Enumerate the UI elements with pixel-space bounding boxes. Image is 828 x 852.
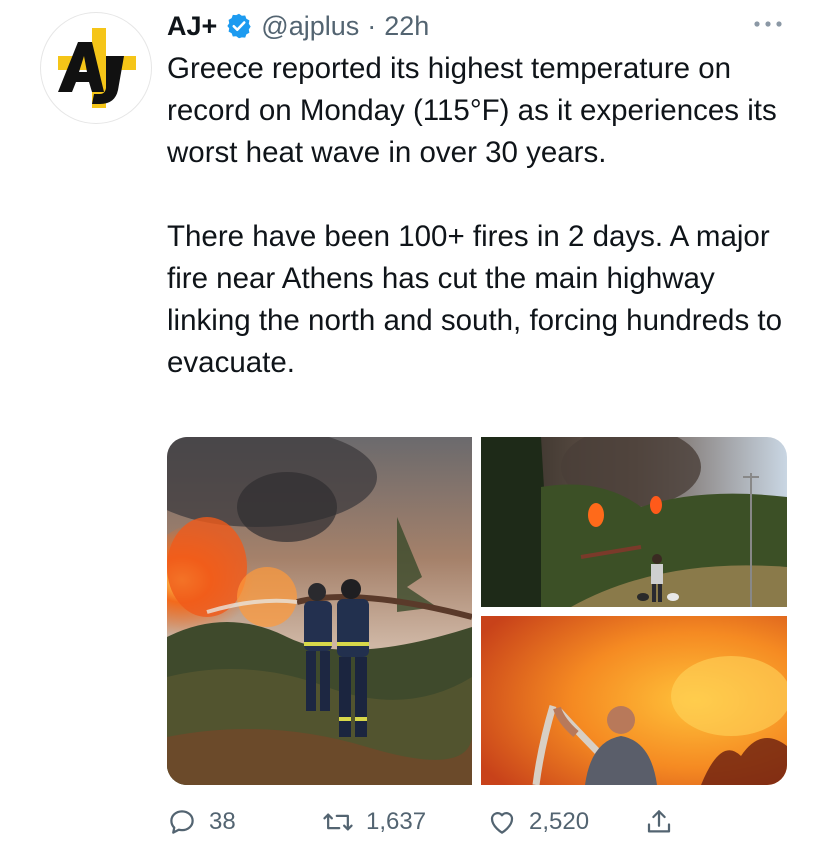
tweet-actions: 38 1,637 2,520 xyxy=(167,800,727,844)
tweet-header: AJ+ @ajplus · 22h xyxy=(167,6,429,46)
share-icon xyxy=(647,810,671,833)
tweet-text: Greece reported its highest temperature … xyxy=(167,52,782,379)
more-options-button[interactable] xyxy=(748,12,788,36)
retweet-icon xyxy=(323,813,353,831)
share-button[interactable] xyxy=(644,800,674,844)
media-grid xyxy=(167,437,787,785)
reply-count: 38 xyxy=(209,808,236,835)
reply-bubble-icon xyxy=(170,810,194,834)
verified-badge-icon xyxy=(227,13,251,39)
reply-button[interactable]: 38 xyxy=(167,800,236,844)
account-name[interactable]: AJ+ xyxy=(167,11,217,42)
aj-plus-logo-icon xyxy=(58,28,136,108)
like-count: 2,520 xyxy=(529,808,590,835)
heart-icon xyxy=(490,812,514,834)
retweet-button[interactable]: 1,637 xyxy=(322,800,426,844)
media-photo-1[interactable] xyxy=(167,437,472,785)
more-horizontal-icon xyxy=(754,21,782,27)
man-walking-dog-smoke-photo-icon xyxy=(481,437,787,607)
tweet-timestamp[interactable]: 22h xyxy=(384,11,429,42)
media-photo-3[interactable] xyxy=(481,616,787,785)
avatar[interactable] xyxy=(40,12,152,124)
retweet-count: 1,637 xyxy=(366,808,427,835)
like-button[interactable]: 2,520 xyxy=(487,800,589,844)
media-photo-2[interactable] xyxy=(481,437,787,607)
man-with-hose-fire-photo-icon xyxy=(481,616,787,785)
account-handle[interactable]: @ajplus xyxy=(261,11,359,42)
separator-dot: · xyxy=(367,10,377,41)
firefighters-hose-photo-icon xyxy=(167,437,472,785)
